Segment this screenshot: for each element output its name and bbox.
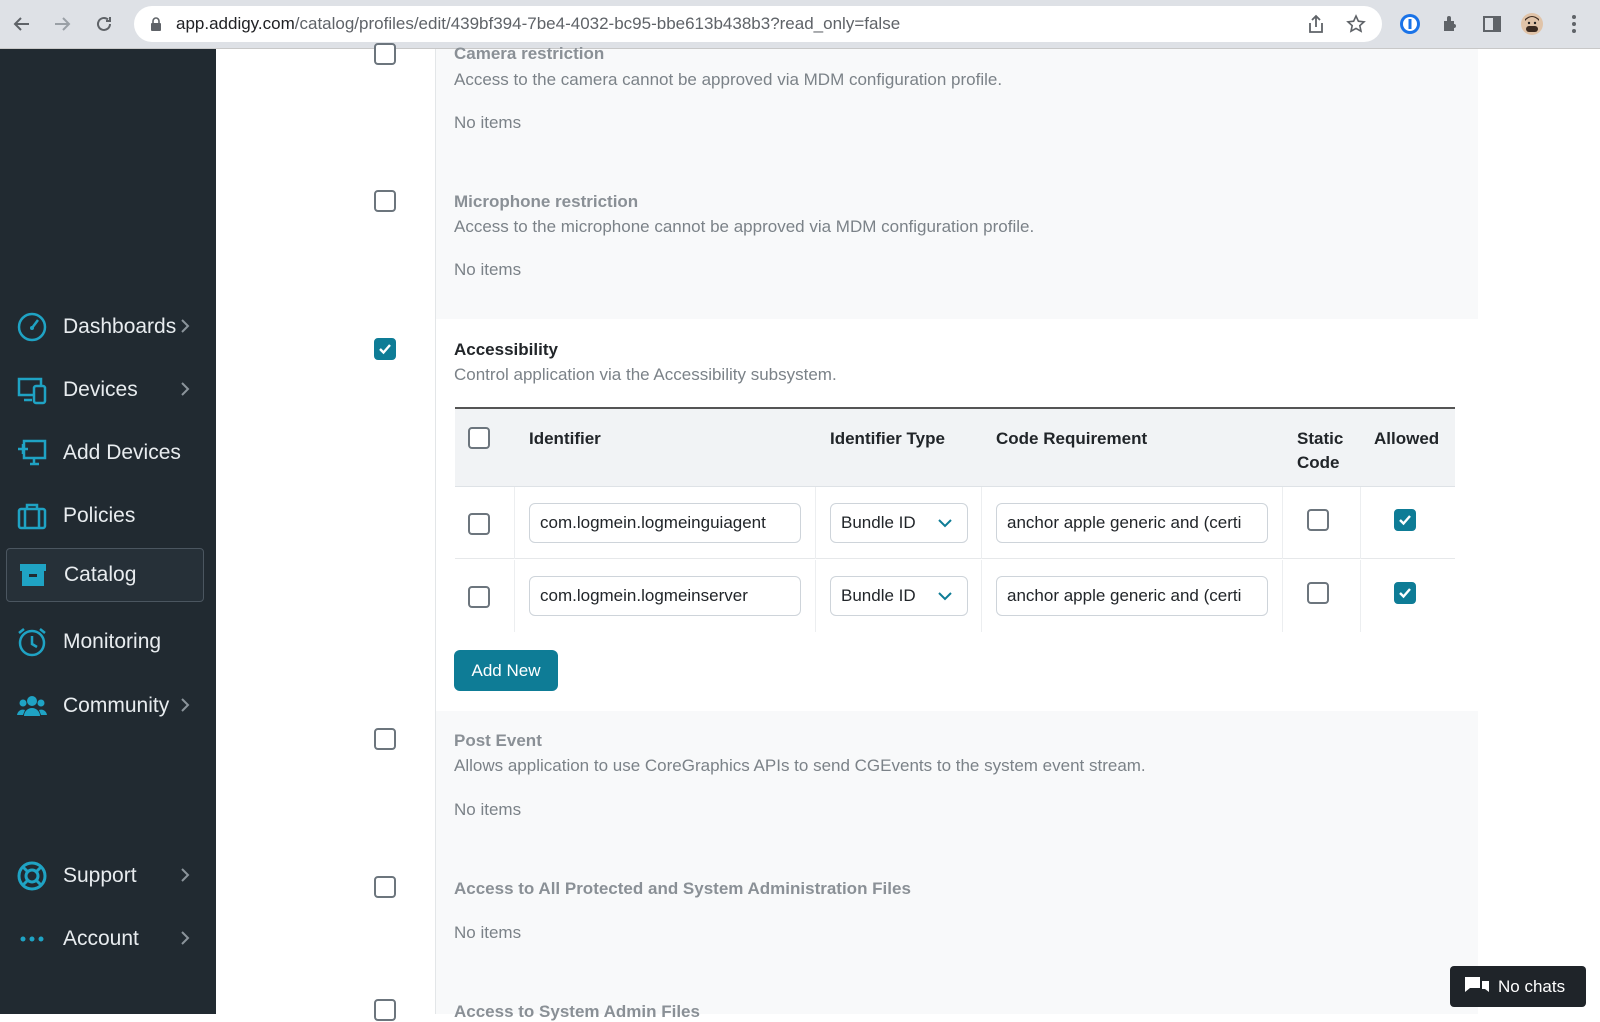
post-event-checkbox[interactable] [374,728,396,750]
checkmark-icon [1399,515,1411,526]
chat-bubbles-icon [1465,976,1489,992]
microphone-restriction-description: Access to the microphone cannot be appro… [454,217,1035,236]
static-code-checkbox[interactable] [1307,509,1329,531]
accessibility-description: Control application via the Accessibilit… [454,365,837,384]
row-select-checkbox[interactable] [468,513,490,535]
row-select-checkbox[interactable] [468,586,490,608]
allowed-checkbox[interactable] [1394,509,1416,531]
header-allowed: Allowed [1374,429,1440,448]
section-divider [435,49,436,1014]
header-static-code: Static Code [1297,429,1344,472]
chat-label: No chats [1498,976,1566,996]
accessibility-title: Accessibility [454,340,558,359]
code-requirement-input[interactable]: anchor apple generic and (certi [996,503,1268,543]
post-event-no-items: No items [454,800,522,819]
table-row: com.logmein.logmeinguiagent Bundle ID an… [455,487,1455,559]
camera-restriction-checkbox[interactable] [374,43,396,65]
all-protected-no-items: No items [454,923,522,942]
camera-restriction-title: Camera restriction [454,44,605,63]
pppc-sections: Camera restriction Access to the camera … [0,0,1600,1021]
system-admin-files-checkbox[interactable] [374,999,396,1021]
header-code-requirement: Code Requirement [996,429,1148,448]
all-protected-files-checkbox[interactable] [374,876,396,898]
chevron-down-icon [938,592,952,601]
camera-restriction-description: Access to the camera cannot be approved … [454,70,1003,89]
checkmark-icon [379,344,391,355]
table-header: Identifier Identifier Type Code Requirem… [455,407,1455,487]
post-event-title: Post Event [454,731,542,750]
header-identifier: Identifier [529,429,601,448]
chat-widget[interactable]: No chats [1450,966,1586,1007]
header-identifier-type: Identifier Type [830,429,945,448]
allowed-checkbox[interactable] [1394,582,1416,604]
identifier-input[interactable]: com.logmein.logmeinserver [529,576,801,616]
static-code-checkbox[interactable] [1307,582,1329,604]
select-all-checkbox[interactable] [468,427,490,449]
identifier-input[interactable]: com.logmein.logmeinguiagent [529,503,801,543]
microphone-restriction-checkbox[interactable] [374,190,396,212]
accessibility-checkbox[interactable] [374,338,396,360]
chevron-down-icon [938,519,952,528]
all-protected-files-title: Access to All Protected and System Admin… [454,879,911,898]
microphone-restriction-title: Microphone restriction [454,192,639,211]
camera-no-items: No items [454,113,522,132]
identifier-type-select[interactable]: Bundle ID [830,576,968,616]
add-new-button[interactable]: Add New [454,650,558,691]
identifier-type-select[interactable]: Bundle ID [830,503,968,543]
table-row: com.logmein.logmeinserver Bundle ID anch… [455,560,1455,632]
code-requirement-input[interactable]: anchor apple generic and (certi [996,576,1268,616]
system-admin-files-title: Access to System Admin Files [454,1002,700,1021]
identifier-type-value: Bundle ID [841,586,916,605]
identifier-type-value: Bundle ID [841,513,916,532]
accessibility-table: Identifier Identifier Type Code Requirem… [455,407,1457,633]
checkmark-icon [1399,588,1411,599]
microphone-no-items: No items [454,260,522,279]
post-event-description: Allows application to use CoreGraphics A… [454,756,1146,775]
